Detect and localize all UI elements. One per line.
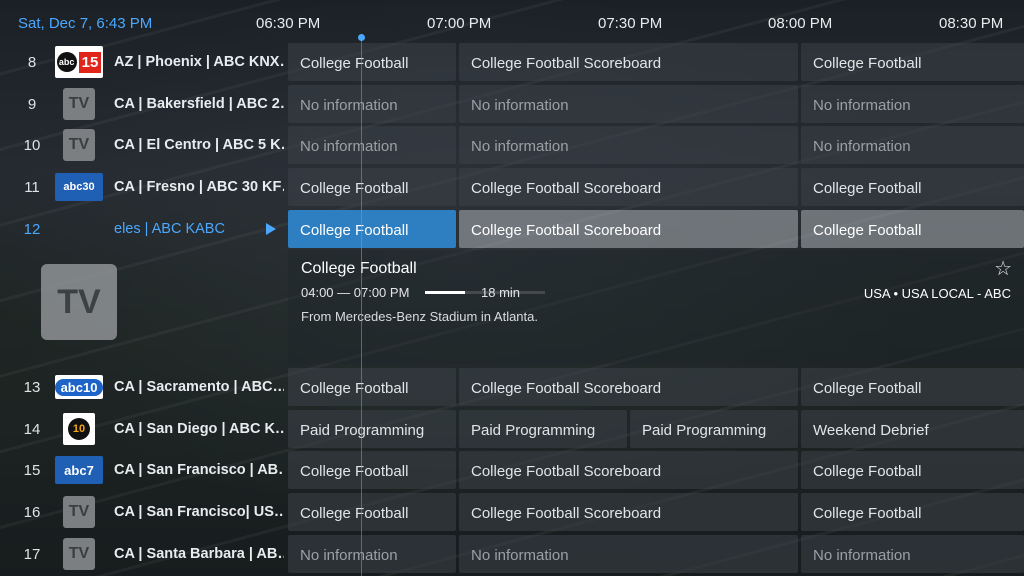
channel-name[interactable]: CA | Santa Barbara | AB… [114,546,284,562]
channel-name[interactable]: CA | Fresno | ABC 30 KF… [114,179,284,195]
program-cell[interactable]: College Football [801,43,1024,81]
program-cell[interactable]: College Football [801,210,1024,248]
channel-logo: 10 [55,413,103,445]
favorite-star-icon[interactable]: ☆ [994,256,1012,281]
channel-logo: TV [55,496,103,528]
program-category: USA • USA LOCAL - ABC [863,286,1011,301]
timeslot-label: 08:30 PM [939,15,1004,32]
program-cell[interactable]: College Football [288,168,456,206]
program-cell[interactable]: No information [288,126,456,164]
program-cell[interactable]: No information [459,535,798,573]
channel-logo: abc7 [55,454,103,486]
channel-number: 10 [23,137,41,154]
channel-logo: TV [55,538,103,570]
program-cell[interactable]: No information [459,126,798,164]
channel-number: 9 [27,96,37,113]
program-cell[interactable]: College Football [288,43,456,81]
timeslot-label: 07:30 PM [598,15,663,32]
play-icon[interactable] [266,223,276,235]
program-cell[interactable]: College Football [801,168,1024,206]
channel-logo: abc 15 [55,46,103,78]
channel-name[interactable]: AZ | Phoenix | ABC KNX… [114,54,284,70]
timeslot-label: 07:00 PM [427,15,492,32]
program-detail-panel: College Football 04:00 — 07:00 PM 18 min… [288,250,1024,364]
program-cell-focused[interactable]: College Football [288,210,456,248]
channel-number: 14 [23,421,41,438]
progress-bar [425,291,465,294]
channel-logo-large: TV [41,264,117,340]
program-cell[interactable]: College Football Scoreboard [459,43,798,81]
channel-row[interactable]: 15 abc7 CA | San Francisco | AB… College… [0,450,1024,490]
channel-name[interactable]: CA | San Diego | ABC K… [114,421,284,437]
program-title: College Football [301,260,417,277]
program-cell[interactable]: Weekend Debrief [801,410,1024,448]
channel-row[interactable]: 13 abc10 CA | Sacramento | ABC… College … [0,367,1024,407]
channel-logo: TV [55,88,103,120]
channel-name[interactable]: CA | Sacramento | ABC… [114,379,284,395]
channel-row[interactable]: 17 TV CA | Santa Barbara | AB… No inform… [0,534,1024,574]
timeslot-label: 06:30 PM [256,15,321,32]
channel-logo: TV [55,129,103,161]
program-cell[interactable]: College Football [801,368,1024,406]
program-cell[interactable]: College Football Scoreboard [459,210,798,248]
current-date-time: Sat, Dec 7, 6:43 PM [18,15,153,32]
channel-number: 15 [23,462,41,479]
channel-row[interactable]: 14 10 CA | San Diego | ABC K… Paid Progr… [0,409,1024,449]
timeslot-label: 08:00 PM [768,15,833,32]
channel-number: 17 [23,546,41,563]
program-cell[interactable]: Paid Programming [630,410,798,448]
current-time-marker [358,34,365,41]
program-cell[interactable]: No information [801,85,1024,123]
program-cell[interactable]: College Football [801,451,1024,489]
channel-row[interactable]: 11 abc30 CA | Fresno | ABC 30 KF… Colleg… [0,167,1024,207]
program-cell[interactable]: No information [801,535,1024,573]
program-cell[interactable]: College Football Scoreboard [459,451,798,489]
channel-row[interactable]: 8 abc 15 AZ | Phoenix | ABC KNX… College … [0,42,1024,82]
channel-name[interactable]: CA | San Francisco | AB… [114,462,284,478]
program-cell[interactable]: No information [288,535,456,573]
program-cell[interactable]: No information [459,85,798,123]
program-cell[interactable]: Paid Programming [459,410,627,448]
remaining-time: 18 min [481,285,521,300]
program-cell[interactable]: College Football [801,493,1024,531]
channel-number: 13 [23,379,41,396]
channel-row[interactable]: 16 TV CA | San Francisco| US… College Fo… [0,492,1024,532]
channel-logo: abc30 [55,171,103,203]
program-cell[interactable]: College Football [288,451,456,489]
channel-logo: abc10 [54,371,104,403]
program-cell[interactable]: Paid Programming [288,410,456,448]
channel-name[interactable]: CA | El Centro | ABC 5 K… [114,137,284,153]
channel-number: 8 [27,54,37,71]
channel-row[interactable]: 10 TV CA | El Centro | ABC 5 K… No infor… [0,125,1024,165]
program-cell[interactable]: College Football [288,368,456,406]
channel-name[interactable]: CA | Bakersfield | ABC 2… [114,96,284,112]
current-time-line [361,38,362,576]
channel-number: 11 [24,179,40,196]
channel-row-selected[interactable]: 12 eles | ABC KABC College Football Coll… [0,209,1024,249]
channel-name[interactable]: CA | San Francisco| US… [114,504,284,520]
program-description: From Mercedes-Benz Stadium in Atlanta. [301,309,538,324]
program-cell[interactable]: College Football Scoreboard [459,368,798,406]
program-time-range: 04:00 — 07:00 PM [301,285,410,300]
channel-row[interactable]: 9 TV CA | Bakersfield | ABC 2… No inform… [0,84,1024,124]
program-cell[interactable]: College Football Scoreboard [459,493,798,531]
program-cell[interactable]: No information [801,126,1024,164]
program-cell[interactable]: College Football [288,493,456,531]
guide-header: Sat, Dec 7, 6:43 PM 06:30 PM 07:00 PM 07… [0,0,1024,40]
program-cell[interactable]: College Football Scoreboard [459,168,798,206]
program-cell[interactable]: No information [288,85,456,123]
channel-name[interactable]: eles | ABC KABC [114,221,284,237]
channel-number: 12 [23,221,41,238]
channel-number: 16 [23,504,41,521]
